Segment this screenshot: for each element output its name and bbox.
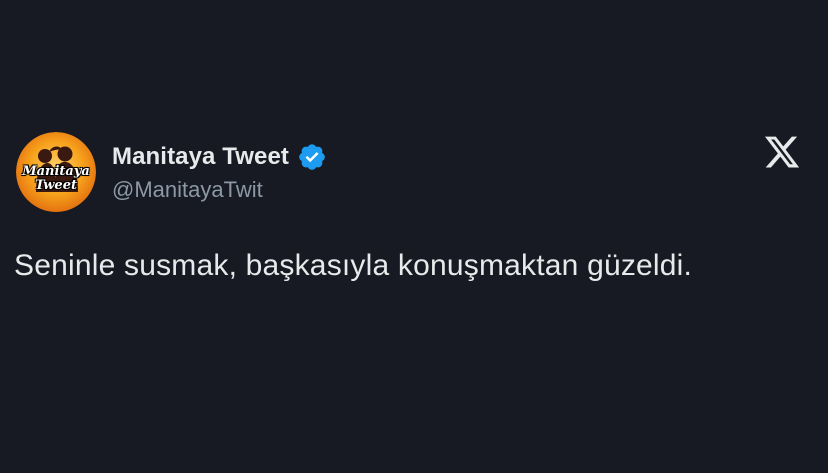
author-display-name[interactable]: Manitaya Tweet (112, 143, 289, 171)
avatar-text-line2: Tweet (35, 178, 77, 193)
avatar-text-line1: Manitaya (22, 164, 90, 179)
tweet-card: Manitaya Tweet Manitaya Tweet @ManitayaT… (0, 0, 828, 473)
avatar[interactable]: Manitaya Tweet (16, 132, 96, 212)
author-handle[interactable]: @ManitayaTwit (112, 177, 263, 203)
author-name-row: Manitaya Tweet (112, 141, 327, 173)
x-logo-icon[interactable] (762, 133, 802, 171)
tweet-text: Seninle susmak, başkasıyla konuşmaktan g… (14, 249, 693, 282)
verified-badge-icon (299, 144, 325, 170)
